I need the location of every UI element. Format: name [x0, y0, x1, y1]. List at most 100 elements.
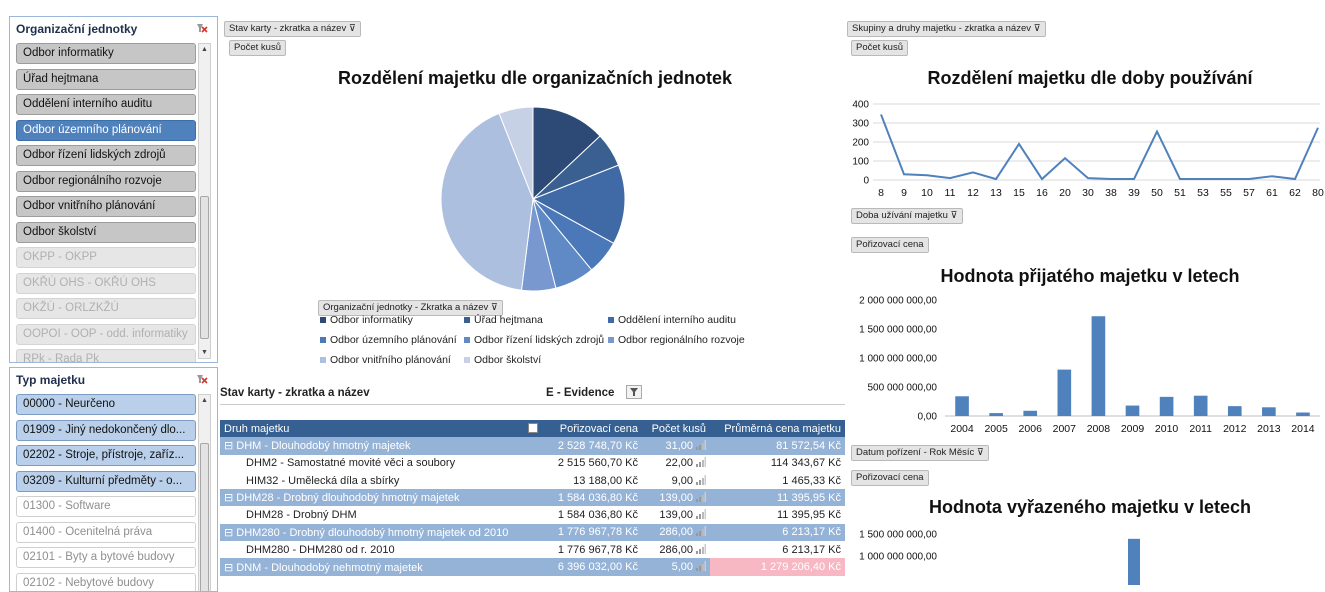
- slicer-org-item[interactable]: Odbor informatiky: [16, 43, 196, 64]
- pivot-filter-button[interactable]: Stav karty - zkratka a název ⊽: [224, 21, 361, 37]
- table-row[interactable]: ⊟ DHM28 - Drobný dlouhodobý hmotný majet…: [220, 489, 845, 506]
- clear-filter-icon[interactable]: [196, 22, 208, 34]
- x-tick-label: 2009: [1121, 423, 1145, 435]
- table-cell-cena: 1 776 967,78 Kč: [542, 541, 642, 558]
- legend-swatch: [608, 337, 614, 343]
- bar[interactable]: [1058, 370, 1072, 416]
- slicer-type-item[interactable]: 00000 - Neurčeno: [16, 394, 196, 415]
- scroll-up-icon[interactable]: ▲: [201, 397, 208, 404]
- pivot-value-button[interactable]: Počet kusů: [851, 40, 908, 56]
- table-header-cell[interactable]: Druh majetku: [220, 420, 542, 437]
- x-tick-label: 2005: [984, 423, 1008, 435]
- table-cell-value: HIM32 - Umělecká díla a sbírky: [246, 475, 399, 487]
- bar[interactable]: [955, 396, 969, 416]
- slicer-org-item[interactable]: Úřad hejtmana: [16, 69, 196, 90]
- filter-dropdown-icon: ⊽: [1034, 23, 1041, 34]
- pie-chart: [438, 104, 628, 294]
- slicer-type-item[interactable]: 03209 - Kulturní předměty - o...: [16, 471, 196, 492]
- slicer-org-item[interactable]: Odbor vnitřního plánování: [16, 196, 196, 217]
- slicer-type-item[interactable]: 01909 - Jiný nedokončený dlo...: [16, 420, 196, 441]
- collapse-icon[interactable]: ⊟: [224, 492, 236, 504]
- collapse-icon[interactable]: ⊟: [224, 562, 236, 574]
- scroll-down-icon[interactable]: ▼: [201, 349, 208, 356]
- data-bars-icon: [696, 544, 706, 554]
- data-bars-icon: [696, 475, 706, 485]
- slicer-organizacni-jednotky: Organizační jednotky Odbor informatikyÚř…: [9, 16, 218, 363]
- slicer-org-item[interactable]: OKPP - OKPP: [16, 247, 196, 268]
- bar[interactable]: [1228, 406, 1242, 416]
- bar[interactable]: [1296, 413, 1310, 416]
- slicer-org-item[interactable]: Odbor územního plánování: [16, 120, 196, 141]
- scroll-thumb[interactable]: [200, 196, 209, 339]
- slicer-type-item[interactable]: 01400 - Ocenitelná práva: [16, 522, 196, 543]
- x-tick-label: 9: [901, 187, 907, 199]
- slicer-type-item[interactable]: 02202 - Stroje, přístroje, zaříz...: [16, 445, 196, 466]
- pivot-value-button[interactable]: Pořizovací cena: [851, 470, 929, 486]
- pivot-table-filter-row: Stav karty - zkratka a název E - Evidenc…: [220, 383, 845, 405]
- table-row[interactable]: ⊟ DHM280 - Drobný dlouhodobý hmotný maje…: [220, 524, 845, 541]
- bar[interactable]: [989, 413, 1003, 416]
- x-tick-label: 2010: [1155, 423, 1179, 435]
- y-tick-label: 0,00: [918, 412, 938, 423]
- y-tick-label: 300: [852, 119, 869, 130]
- pivot-axis-button[interactable]: Doba užívání majetku ⊽: [851, 208, 963, 224]
- slicer-org-item[interactable]: Odbor řízení lidských zdrojů: [16, 145, 196, 166]
- clear-filter-icon[interactable]: [196, 373, 208, 385]
- pivot-table: Druh majetkuPořizovací cenaPočet kusůPrů…: [220, 420, 845, 576]
- legend-entry: Odbor vnitřního plánování: [320, 354, 451, 366]
- y-tick-label: 1 500 000 000,00: [859, 325, 937, 336]
- x-tick-label: 2014: [1291, 423, 1315, 435]
- bar[interactable]: [1160, 397, 1174, 416]
- table-row[interactable]: ⊟ DHM - Dlouhodobý hmotný majetek2 528 7…: [220, 437, 845, 454]
- slicer-type-item[interactable]: 02101 - Byty a bytové budovy: [16, 547, 196, 568]
- pivot-value-label: Počet kusů: [234, 42, 281, 53]
- filter-icon[interactable]: [626, 385, 642, 399]
- bar[interactable]: [1262, 407, 1276, 416]
- table-cell-value: 9,00: [672, 475, 693, 487]
- scroll-thumb[interactable]: [200, 443, 209, 592]
- slicer-org-item[interactable]: OKŘÚ OHS - OKŘÚ OHS: [16, 273, 196, 294]
- table-cell-value: 286,00: [659, 544, 693, 556]
- slicer-org-scrollbar[interactable]: ▲ ▼: [198, 43, 211, 359]
- bar[interactable]: [1194, 396, 1208, 416]
- table-row[interactable]: HIM32 - Umělecká díla a sbírky13 188,00 …: [220, 472, 845, 489]
- bar[interactable]: [1126, 406, 1140, 416]
- slicer-org-item[interactable]: OKŽÚ - ORLZKŽÚ: [16, 298, 196, 319]
- legend-label: Odbor regionálního rozvoje: [618, 334, 745, 346]
- table-row[interactable]: DHM2 - Samostatné movité věci a soubory2…: [220, 455, 845, 472]
- table-header-cell[interactable]: Průměrná cena majetku: [710, 420, 845, 437]
- slicer-org-item[interactable]: Oddělení interního auditu: [16, 94, 196, 115]
- pivot-filter-button[interactable]: Skupiny a druhy majetku - zkratka a náze…: [847, 21, 1046, 37]
- slicer-type-scrollbar[interactable]: ▲: [198, 394, 211, 592]
- table-cell-kusu: 9,00: [642, 472, 710, 489]
- bar[interactable]: [1128, 539, 1140, 585]
- collapse-icon[interactable]: ⊟: [224, 440, 236, 452]
- data-bars-icon: [696, 561, 706, 571]
- slicer-type-item[interactable]: 01300 - Software: [16, 496, 196, 517]
- x-tick-label: 50: [1151, 187, 1163, 199]
- table-row[interactable]: DHM28 - Drobný DHM1 584 036,80 Kč139,001…: [220, 506, 845, 523]
- legend-label: Úřad hejtmana: [474, 314, 543, 326]
- x-tick-label: 2006: [1019, 423, 1043, 435]
- collapse-icon[interactable]: ⊟: [224, 527, 236, 539]
- table-header-cell[interactable]: Počet kusů: [642, 420, 710, 437]
- table-row[interactable]: DHM280 - DHM280 od r. 20101 776 967,78 K…: [220, 541, 845, 558]
- slicer-org-item[interactable]: Odbor regionálního rozvoje: [16, 171, 196, 192]
- table-row[interactable]: ⊟ DNM - Dlouhodobý nehmotný majetek6 396…: [220, 558, 845, 575]
- bar[interactable]: [1092, 316, 1106, 416]
- table-header-cell[interactable]: Pořizovací cena: [542, 420, 642, 437]
- scroll-up-icon[interactable]: ▲: [201, 46, 208, 53]
- slicer-org-item[interactable]: OOPOI - OOP - odd. informatiky: [16, 324, 196, 345]
- bar[interactable]: [1023, 411, 1037, 416]
- pivot-value-button[interactable]: Počet kusů: [229, 40, 286, 56]
- line-series[interactable]: [881, 114, 1318, 179]
- y-tick-label: 1 500 000 000,00: [859, 530, 937, 541]
- dropdown-icon[interactable]: [528, 423, 538, 433]
- slicer-org-item[interactable]: Odbor školství: [16, 222, 196, 243]
- table-cell-cena: 2 528 748,70 Kč: [542, 437, 642, 454]
- legend-swatch: [320, 317, 326, 323]
- slicer-type-item[interactable]: 02102 - Nebytové budovy: [16, 573, 196, 592]
- pivot-axis-button[interactable]: Datum pořízení - Rok Měsíc ⊽: [851, 445, 989, 461]
- slicer-org-item[interactable]: RPk - Rada Pk: [16, 349, 196, 363]
- pivot-value-button[interactable]: Pořizovací cena: [851, 237, 929, 253]
